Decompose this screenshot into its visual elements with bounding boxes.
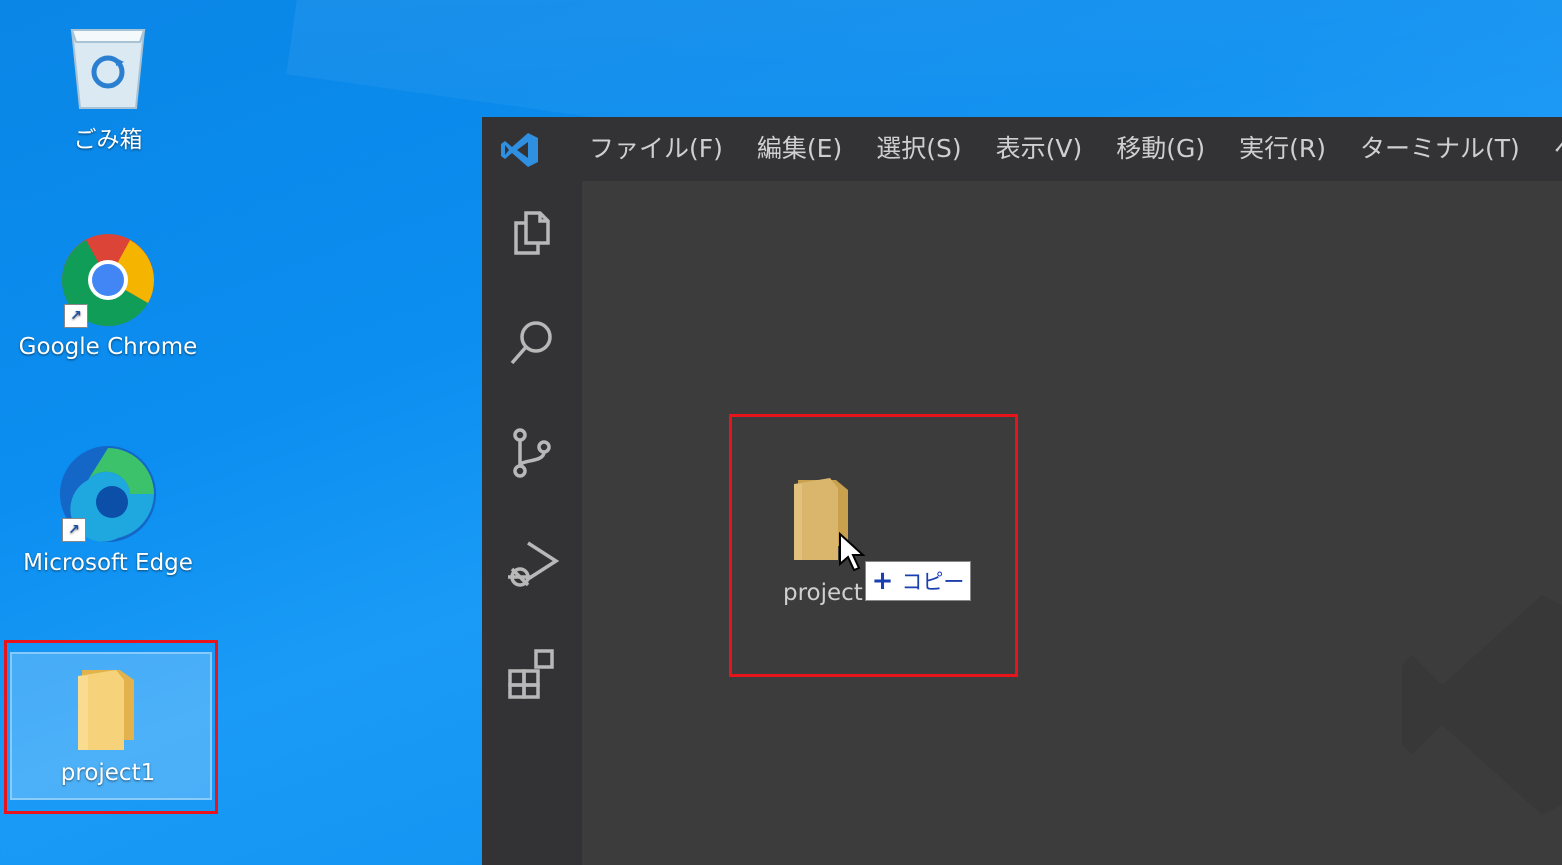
source-control-icon[interactable] — [504, 425, 560, 481]
vscode-logo-icon[interactable] — [500, 131, 540, 169]
menu-file[interactable]: ファイル(F) — [572, 117, 740, 181]
run-debug-icon[interactable] — [504, 535, 560, 591]
activity-bar — [482, 181, 582, 865]
menu-go[interactable]: 移動(G) — [1099, 117, 1222, 181]
explorer-icon[interactable] — [504, 205, 560, 261]
desktop-icon-recycle-bin[interactable]: ごみ箱 — [8, 18, 208, 154]
menu-view[interactable]: 表示(V) — [979, 117, 1100, 181]
menu-run[interactable]: 実行(R) — [1222, 117, 1343, 181]
highlight-box-desktop-folder — [4, 640, 218, 814]
menu-selection[interactable]: 選択(S) — [859, 117, 978, 181]
desktop-icon-microsoft-edge[interactable]: ↗ Microsoft Edge — [8, 444, 208, 576]
extensions-icon[interactable] — [504, 645, 560, 701]
recycle-bin-icon — [70, 29, 146, 109]
shortcut-arrow-icon: ↗ — [64, 304, 88, 328]
menu-bar: ファイル(F) 編集(E) 選択(S) 表示(V) 移動(G) 実行(R) ター… — [572, 117, 1562, 181]
menu-edit[interactable]: 編集(E) — [740, 117, 859, 181]
desktop-icon-label: Microsoft Edge — [23, 550, 193, 576]
vscode-watermark-icon — [1402, 595, 1562, 815]
highlight-box-drop-target — [729, 414, 1018, 677]
desktop-icon-label: ごみ箱 — [73, 127, 143, 153]
menu-help[interactable]: ヘルプ( — [1537, 117, 1562, 181]
vscode-window: ファイル(F) 編集(E) 選択(S) 表示(V) 移動(G) 実行(R) ター… — [482, 117, 1562, 865]
titlebar: ファイル(F) 編集(E) 選択(S) 表示(V) 移動(G) 実行(R) ター… — [482, 117, 1562, 181]
search-icon[interactable] — [504, 315, 560, 371]
desktop-icon-label: Google Chrome — [18, 334, 198, 360]
shortcut-arrow-icon: ↗ — [62, 518, 86, 542]
menu-terminal[interactable]: ターミナル(T) — [1343, 117, 1537, 181]
desktop-icon-google-chrome[interactable]: ↗ Google Chrome — [8, 232, 208, 360]
